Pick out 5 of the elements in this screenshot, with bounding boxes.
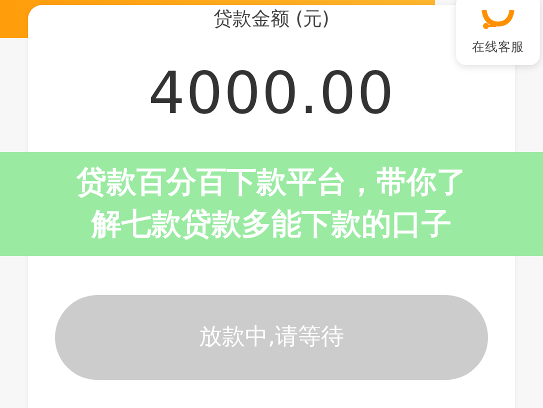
caption-text: 贷款百分百下款平台，带你了 [76, 164, 466, 202]
amount-label: 贷款金额 (元) [214, 8, 330, 30]
caption-text: 解七款贷款多能下款的口子 [92, 206, 452, 244]
loan-amount: 4000.00 [147, 64, 396, 122]
customer-service-button[interactable]: 在线客服 [456, 0, 540, 65]
